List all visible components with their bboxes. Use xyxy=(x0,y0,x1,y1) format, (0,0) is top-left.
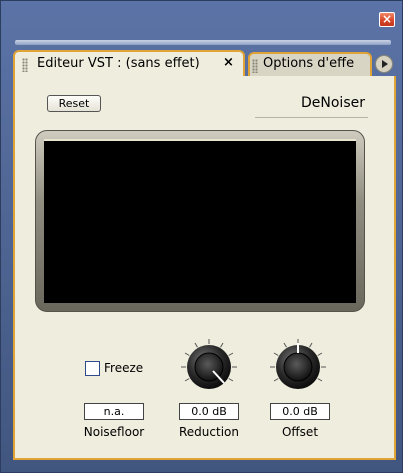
reduction-label: Reduction xyxy=(179,425,239,439)
offset-knob-icon[interactable] xyxy=(269,338,327,396)
reduction-value[interactable]: 0.0 dB xyxy=(179,403,239,420)
tab-vst-editor[interactable]: Editeur VST : (sans effet) × xyxy=(13,50,245,76)
plugin-name: DeNoiser xyxy=(301,95,365,111)
tab-grip-icon[interactable] xyxy=(22,58,28,72)
noisefloor-value: n.a. xyxy=(84,403,144,420)
freeze-checkbox[interactable] xyxy=(85,361,100,376)
panel-drag-bar[interactable] xyxy=(15,40,391,45)
tab-close-icon[interactable]: × xyxy=(223,55,234,70)
offset-value[interactable]: 0.0 dB xyxy=(270,403,330,420)
tab-grip-icon[interactable] xyxy=(252,59,258,73)
offset-label: Offset xyxy=(281,425,319,439)
tab-strip: Editeur VST : (sans effet) × Options d'e… xyxy=(13,50,396,76)
tab-label: Options d'effe xyxy=(263,56,355,71)
spectrum-display xyxy=(44,139,356,303)
tab-label: Editeur VST : (sans effet) xyxy=(37,56,200,71)
title-divider xyxy=(255,117,368,118)
denoiser-panel: Reset DeNoiser Freeze n.a. Noisefloor 0.… xyxy=(13,76,396,460)
vst-editor-window: × Editeur VST : (sans effet) × Options d… xyxy=(0,0,403,473)
freeze-label: Freeze xyxy=(104,361,144,375)
tab-effect-options[interactable]: Options d'effe xyxy=(248,52,372,76)
panel-menu-arrow-icon[interactable] xyxy=(375,55,393,73)
noisefloor-label: Noisefloor xyxy=(83,425,145,439)
close-window-icon[interactable]: × xyxy=(379,12,395,27)
reduction-knob-icon[interactable] xyxy=(180,338,238,396)
spectrum-display-bezel xyxy=(35,130,365,312)
reset-button[interactable]: Reset xyxy=(47,95,101,112)
